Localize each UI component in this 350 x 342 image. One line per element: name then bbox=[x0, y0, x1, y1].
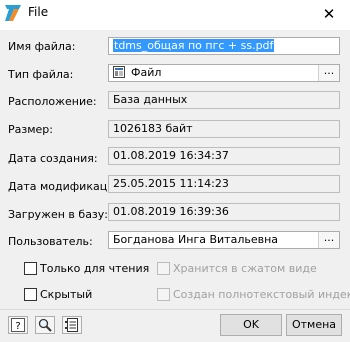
file-name-input[interactable]: tdms_общая по пгс + ss.pdf bbox=[108, 37, 340, 55]
file-type-browse-button[interactable]: ... bbox=[318, 65, 339, 81]
created-field: 01.08.2019 16:34:37 bbox=[108, 147, 340, 165]
close-icon[interactable]: ✕ bbox=[312, 0, 346, 28]
ok-button[interactable]: OK bbox=[220, 314, 282, 336]
uploaded-label: Загружен в базу: bbox=[8, 208, 108, 221]
file-type-field[interactable]: Файл ... bbox=[108, 64, 340, 82]
user-field[interactable]: Богданова Инга Витальевна ... bbox=[108, 231, 340, 249]
user-label: Пользователь: bbox=[8, 235, 93, 248]
window-title: File bbox=[28, 5, 49, 19]
file-name-value: tdms_общая по пгс + ss.pdf bbox=[113, 39, 275, 52]
properties-button[interactable] bbox=[62, 316, 82, 334]
modified-field: 25.05.2015 11:14:23 bbox=[108, 175, 340, 193]
uploaded-field: 01.08.2019 16:39:36 bbox=[108, 203, 340, 221]
fulltext-checkbox bbox=[157, 288, 170, 301]
compressed-checkbox bbox=[157, 262, 170, 275]
modified-label: Дата модификации: bbox=[8, 180, 107, 193]
size-field: 1026183 байт bbox=[108, 120, 340, 138]
magnifier-icon bbox=[38, 318, 52, 332]
readonly-checkbox[interactable] bbox=[24, 262, 37, 275]
fulltext-checkbox-label: Создан полнотекстовый индекс bbox=[173, 288, 350, 301]
compressed-checkbox-label: Хранится в сжатом виде bbox=[173, 262, 317, 275]
user-browse-button[interactable]: ... bbox=[318, 232, 339, 248]
tdms-logo-icon bbox=[5, 5, 21, 21]
search-button[interactable] bbox=[35, 316, 55, 334]
file-type-label: Тип файла: bbox=[8, 68, 74, 81]
file-name-label: Имя файла: bbox=[8, 40, 76, 53]
file-type-icon bbox=[113, 66, 125, 78]
hidden-checkbox-label[interactable]: Скрытый bbox=[40, 288, 92, 301]
location-label: Расположение: bbox=[8, 95, 97, 108]
svg-text:?: ? bbox=[15, 321, 20, 332]
user-value: Богданова Инга Витальевна bbox=[113, 233, 279, 246]
help-button[interactable]: ? bbox=[8, 316, 28, 334]
hidden-checkbox[interactable] bbox=[24, 288, 37, 301]
title-bar: File ✕ bbox=[0, 0, 350, 30]
created-label: Дата создания: bbox=[8, 152, 98, 165]
size-label: Размер: bbox=[8, 123, 53, 136]
cancel-button[interactable]: Отмена bbox=[286, 314, 342, 336]
file-type-value: Файл bbox=[131, 66, 162, 79]
footer-divider bbox=[0, 309, 350, 310]
properties-list-icon bbox=[65, 318, 78, 332]
readonly-checkbox-label[interactable]: Только для чтения bbox=[40, 262, 149, 275]
help-icon: ? bbox=[11, 318, 25, 332]
location-field: База данных bbox=[108, 91, 340, 109]
